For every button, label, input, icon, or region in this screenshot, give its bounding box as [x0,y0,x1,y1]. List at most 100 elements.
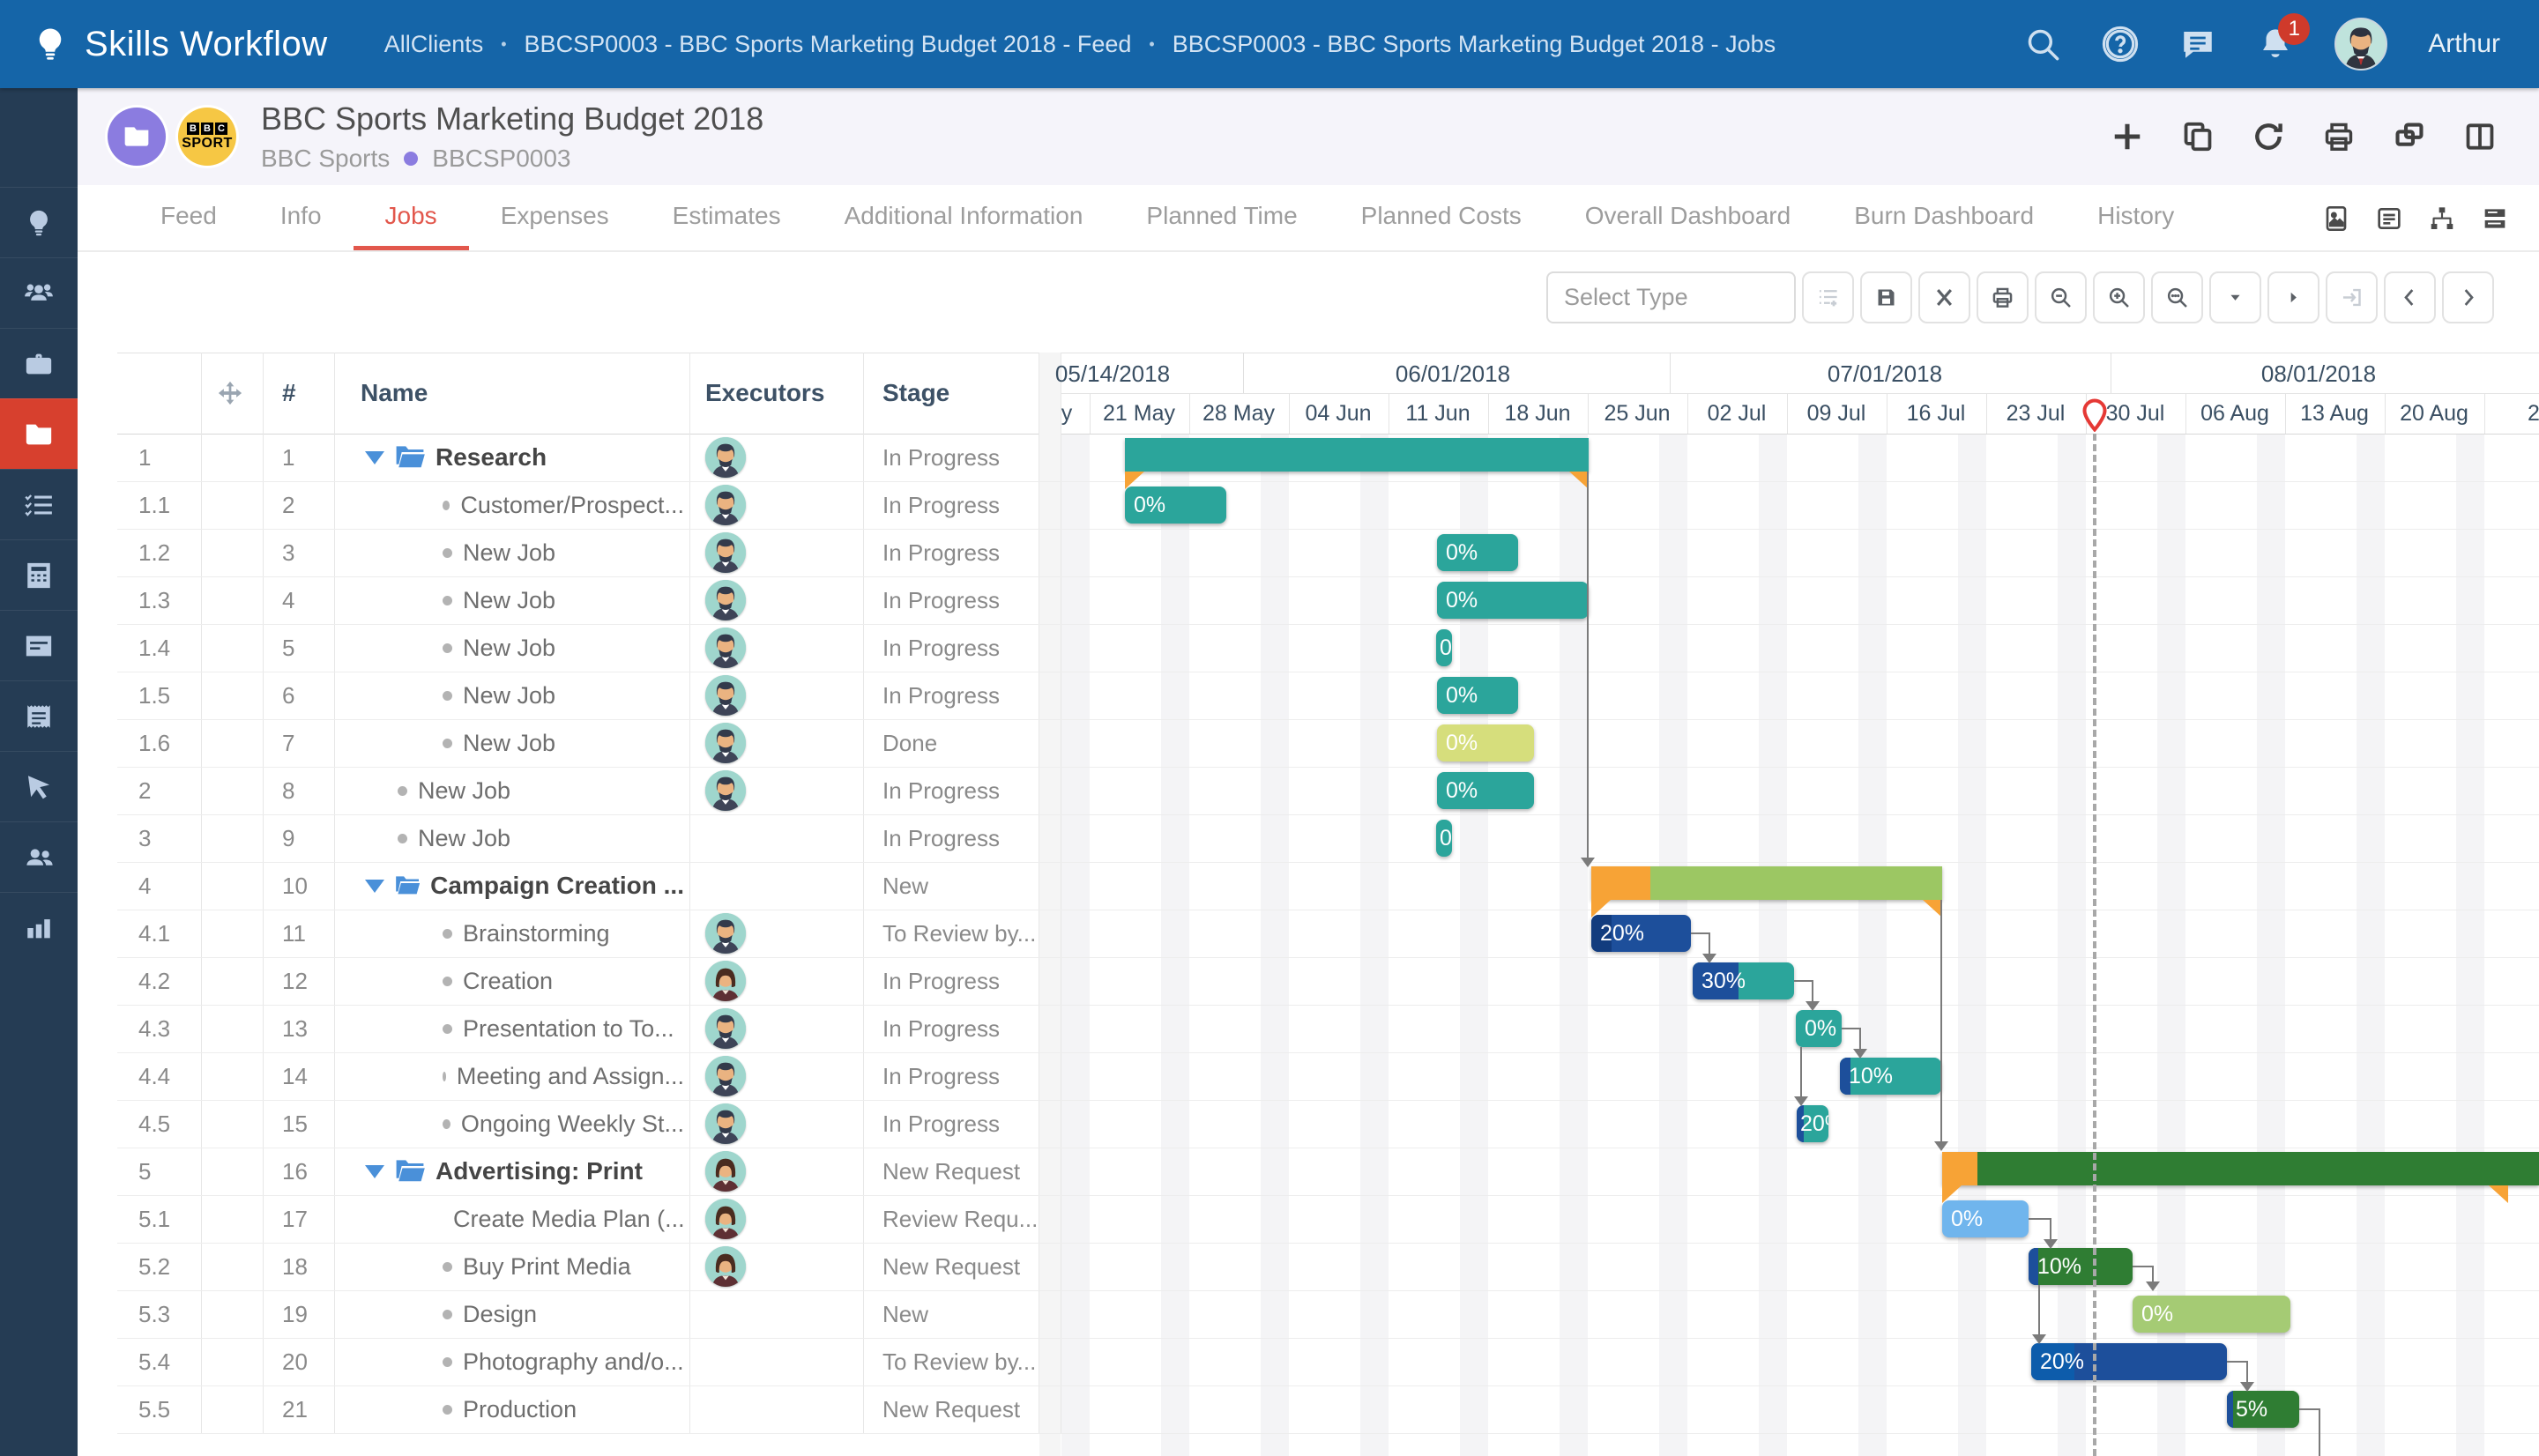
gantt-summary-bar[interactable] [1942,1152,2539,1185]
job-row[interactable]: 4.212CreationIn Progress [0,957,2539,1005]
gantt-bar[interactable]: 0% [1436,820,1452,857]
row-name[interactable]: New Job [443,624,684,672]
row-name[interactable]: Customer/Prospect... [443,481,684,529]
executor-avatar[interactable] [705,1008,746,1049]
gantt-bar[interactable]: 0% [1437,582,1589,619]
user-avatar[interactable] [2334,18,2387,71]
executor-avatar[interactable] [705,913,746,954]
zoom-out-button[interactable] [2035,271,2087,323]
gantt-summary-bar[interactable] [1125,438,1589,472]
add-icon[interactable] [2111,120,2144,153]
tab-jobs[interactable]: Jobs [354,185,469,250]
job-row[interactable]: 4.414Meeting and Assign...In Progress [0,1052,2539,1100]
gantt-bar[interactable]: 10% [1840,1058,1941,1095]
user-name[interactable]: Arthur [2428,29,2500,59]
columns-icon[interactable] [2463,120,2497,153]
sidebar-item-clients[interactable] [0,257,78,328]
save-button[interactable] [1860,271,1912,323]
executor-avatar[interactable] [705,723,746,763]
print-icon[interactable] [2322,120,2356,153]
executor-avatar[interactable] [705,1103,746,1144]
collapse-arrow-icon[interactable] [365,451,384,464]
row-name[interactable]: Production [443,1385,684,1433]
gantt-bar[interactable]: 20% [1591,915,1691,952]
gantt-bar[interactable]: 0% [1437,772,1534,809]
executor-avatar[interactable] [705,1056,746,1096]
gantt-bar[interactable]: 20% [2031,1343,2227,1380]
collapse-arrow-icon[interactable] [365,1165,384,1178]
job-row[interactable]: 1.45New JobIn Progress [0,624,2539,672]
executor-avatar[interactable] [705,580,746,620]
job-row[interactable]: 1.34New JobIn Progress [0,576,2539,624]
executor-avatar[interactable] [705,485,746,525]
job-row[interactable]: 4.111BrainstormingTo Review by... [0,910,2539,957]
client-name[interactable]: BBC Sports [261,145,390,173]
gantt-bar[interactable]: 0% [1436,629,1452,666]
row-name[interactable]: Design [443,1290,684,1338]
executor-avatar[interactable] [705,675,746,716]
row-name[interactable]: New Job [398,814,684,862]
tab-additional-information[interactable]: Additional Information [813,185,1115,250]
search-icon[interactable] [2024,26,2061,63]
job-row[interactable]: 4.313Presentation to To...In Progress [0,1005,2539,1052]
job-row[interactable]: 1.56New JobIn Progress [0,672,2539,719]
select-type-dropdown[interactable]: Select Type [1546,271,1796,323]
gantt-bar[interactable]: 20% [1797,1105,1828,1142]
sidebar-item-people[interactable] [0,821,78,892]
tab-expenses[interactable]: Expenses [469,185,641,250]
copy-icon[interactable] [2181,120,2215,153]
tab-info[interactable]: Info [249,185,354,250]
sidebar-item-notes[interactable] [0,610,78,680]
gantt-bar[interactable]: 30% [1693,962,1794,999]
gantt-summary-bar[interactable] [1591,866,1942,900]
row-name[interactable]: Brainstorming [443,910,684,957]
app-logo[interactable]: Skills Workflow [32,25,328,64]
row-name[interactable]: Presentation to To... [443,1005,684,1052]
job-row[interactable]: 5.117Create Media Plan (...Review Requ..… [0,1195,2539,1243]
move-rows-icon[interactable] [217,380,243,406]
windows-icon[interactable] [2393,120,2426,153]
help-icon[interactable] [2102,26,2139,63]
today-pin-icon[interactable] [2081,398,2108,432]
sidebar-item-briefcase[interactable] [0,328,78,398]
refresh-icon[interactable] [2252,120,2285,153]
gantt-bar[interactable]: 0% [1125,487,1226,524]
tree-view-icon[interactable] [2428,204,2456,233]
sidebar-item-pointer[interactable] [0,751,78,821]
collapse-arrow-icon[interactable] [365,880,384,893]
breadcrumb-all-clients[interactable]: AllClients [384,31,484,58]
job-row[interactable]: 4.515Ongoing Weekly St...In Progress [0,1100,2539,1148]
executor-avatar[interactable] [705,437,746,478]
zoom-in-button[interactable] [2093,271,2145,323]
sidebar-item-invoices[interactable] [0,680,78,751]
tab-estimates[interactable]: Estimates [641,185,813,250]
tab-planned-costs[interactable]: Planned Costs [1329,185,1553,250]
sidebar-item-reports[interactable] [0,892,78,962]
caret-down-button[interactable] [2209,271,2261,323]
row-name[interactable]: Advertising: Print [365,1148,684,1195]
gantt-bar[interactable]: 10% [2029,1248,2133,1285]
gantt-bar[interactable]: 0% [1437,677,1518,714]
executor-avatar[interactable] [705,1151,746,1192]
job-row[interactable]: 5.521ProductionNew Request [0,1385,2539,1433]
sidebar-item-ideas[interactable] [0,187,78,257]
row-name[interactable]: Buy Print Media [443,1243,684,1290]
gantt-bar[interactable]: 5% [2227,1391,2299,1428]
gantt-bar[interactable]: 0% [1942,1200,2029,1237]
caret-right-button[interactable] [2267,271,2319,323]
tab-planned-time[interactable]: Planned Time [1114,185,1329,250]
job-row[interactable]: 28New JobIn Progress [0,767,2539,814]
tab-overall-dashboard[interactable]: Overall Dashboard [1553,185,1822,250]
chev-left-button[interactable] [2384,271,2436,323]
row-name[interactable]: Creation [443,957,684,1005]
print-button[interactable] [1977,271,2029,323]
sidebar-item-estimates[interactable] [0,539,78,610]
gantt-bar[interactable]: 0% [1796,1010,1842,1047]
breadcrumb-project-feed[interactable]: BBCSP0003 - BBC Sports Marketing Budget … [525,31,1132,58]
list-view-icon[interactable] [2375,204,2403,233]
row-name[interactable]: Campaign Creation ... [365,862,684,910]
executor-avatar[interactable] [705,1199,746,1239]
executor-avatar[interactable] [705,628,746,668]
zoom-reset-button[interactable] [2151,271,2203,323]
job-row[interactable]: 39New JobIn Progress [0,814,2539,862]
